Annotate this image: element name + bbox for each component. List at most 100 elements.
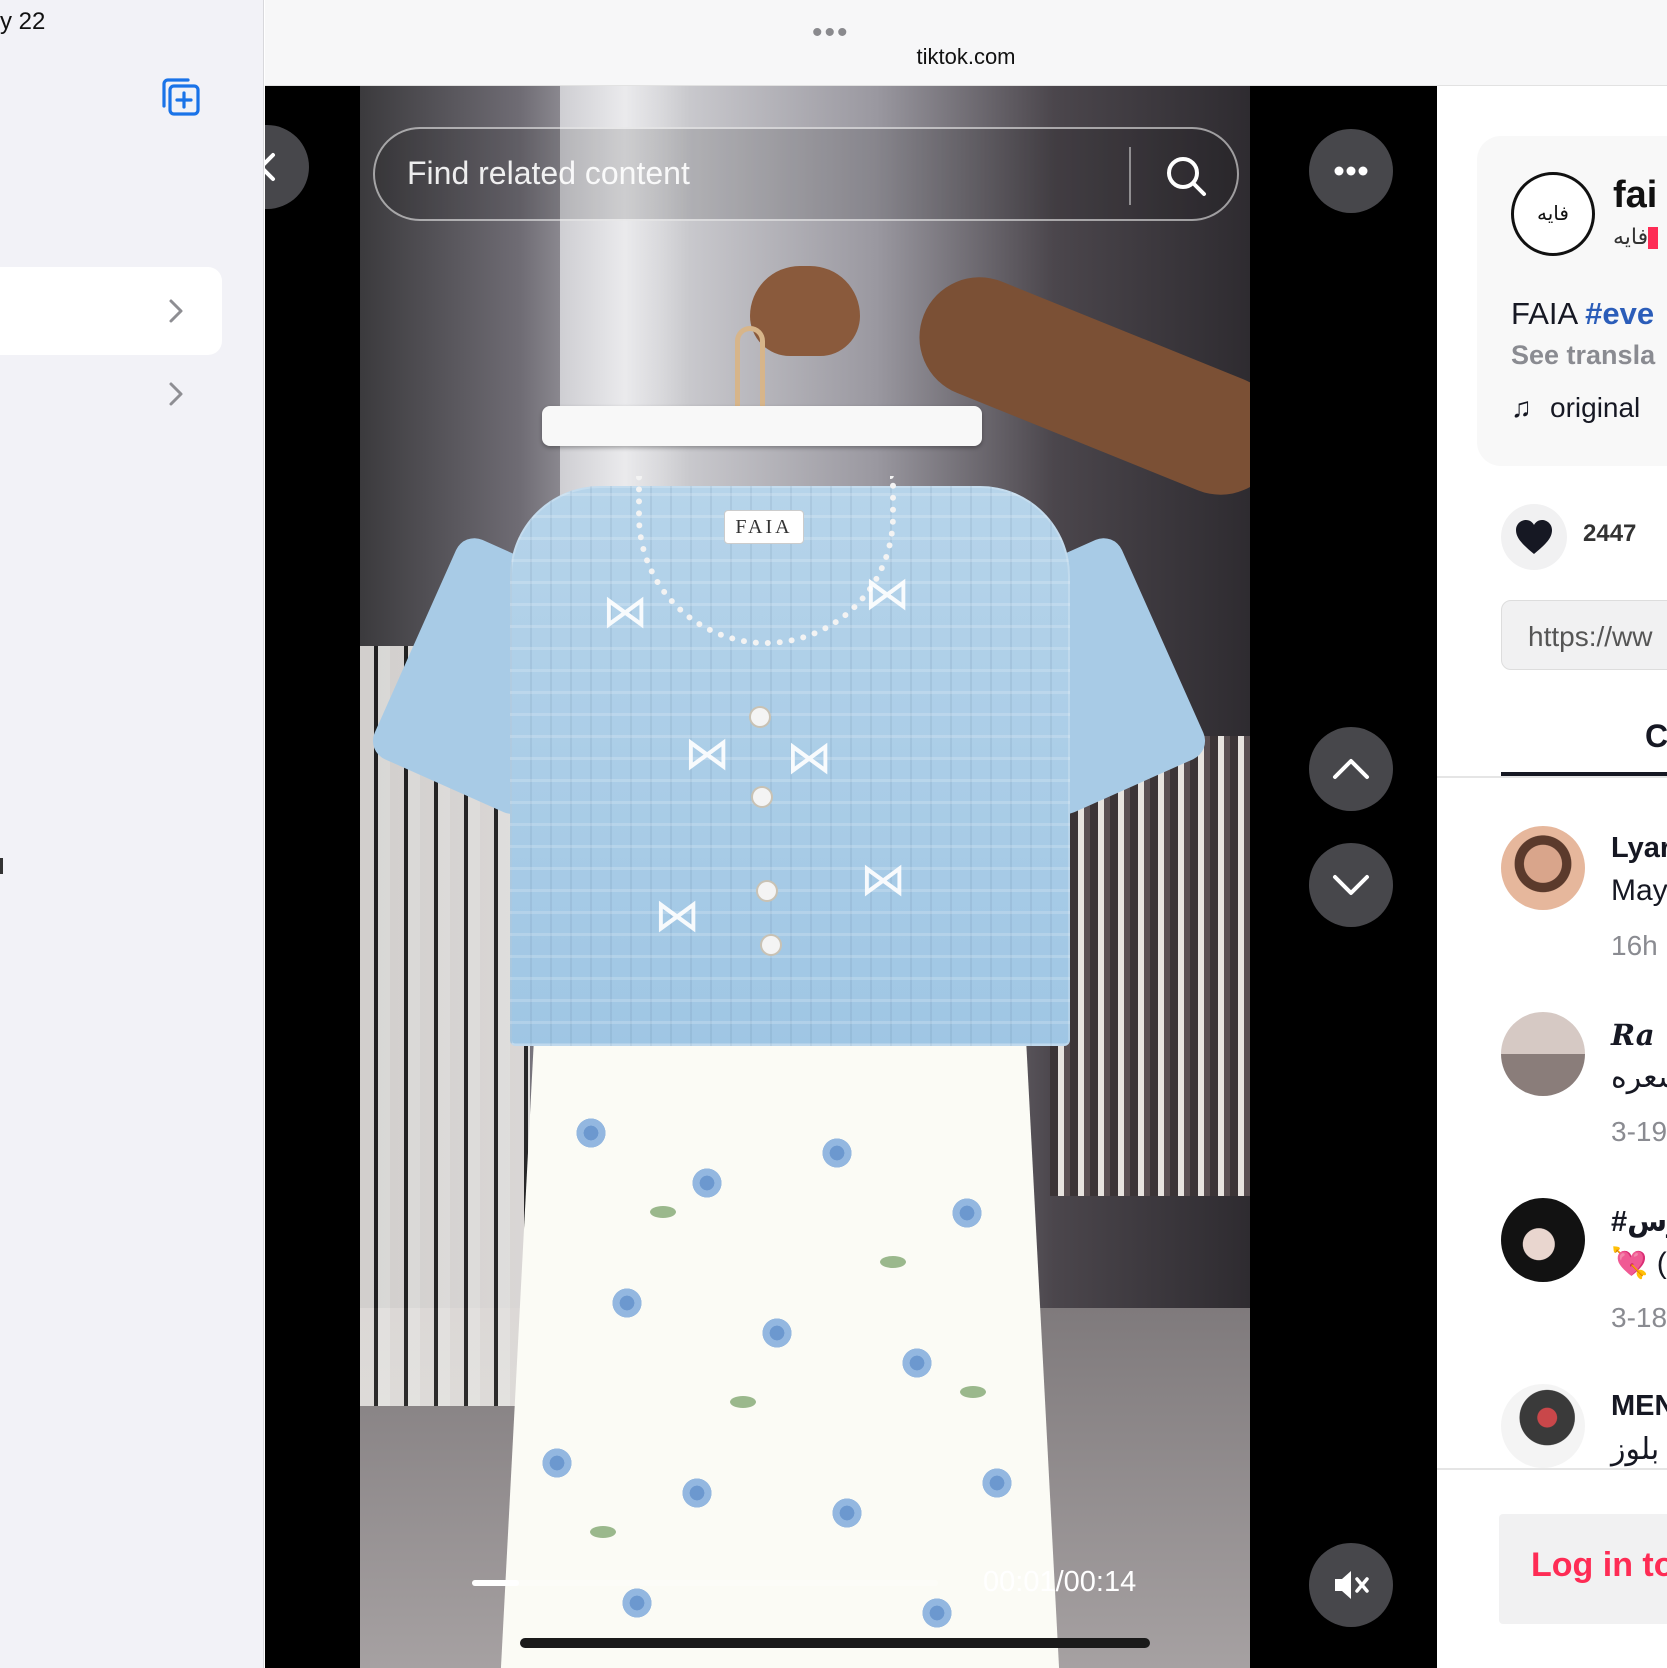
music-note-icon: ♫ xyxy=(1511,392,1532,423)
video-skirt-flower xyxy=(690,1166,724,1200)
video-bow-decoration: ⋈ xyxy=(602,585,648,637)
link-text: https://ww xyxy=(1528,621,1653,652)
like-count: 2447 xyxy=(1583,520,1637,547)
chevron-down-icon xyxy=(1333,875,1369,895)
more-options-button[interactable] xyxy=(1309,129,1393,213)
author-avatar[interactable]: فايه xyxy=(1511,172,1595,256)
video-description-card: فايه fai فايه FAIA #eve See transla ♫ ori… xyxy=(1477,136,1667,466)
sidebar-row-selected[interactable] xyxy=(0,267,222,355)
previous-video-button[interactable] xyxy=(1309,727,1393,811)
video-skirt-flower xyxy=(610,1286,644,1320)
comment-author[interactable]: Lyar xyxy=(1611,832,1667,865)
tab-comments[interactable]: C xyxy=(1645,718,1667,755)
browser-toolbar: ••• tiktok.com xyxy=(265,0,1667,86)
comment-time: 16h xyxy=(1611,930,1658,961)
video-skirt-flower xyxy=(820,1136,854,1170)
video-skirt-flower xyxy=(574,1116,608,1150)
video-skirt-leaf xyxy=(880,1256,906,1268)
new-tab-group-icon[interactable] xyxy=(156,74,204,122)
chevron-right-icon xyxy=(164,297,188,325)
next-video-button[interactable] xyxy=(1309,843,1393,927)
video-skirt-flower xyxy=(900,1346,934,1380)
caption-brand: FAIA xyxy=(1511,296,1577,331)
video-bow-decoration: ⋈ xyxy=(860,853,906,905)
panel-bottom-divider xyxy=(1437,1468,1667,1470)
video-skirt-flower xyxy=(760,1316,794,1350)
sidebar-edge-mark xyxy=(0,858,3,874)
comment-avatar[interactable] xyxy=(1501,1384,1585,1468)
sidebar-row[interactable] xyxy=(0,350,222,438)
comment-item: #رس 💘 ( 3-18 xyxy=(1501,1198,1667,1358)
video-timecode: 00:01/00:14 xyxy=(983,1566,1137,1598)
screen: y 22 ••• tiktok.com FAIA ⋈ ⋈ ⋈ ⋈ ⋈ ⋈ Fin… xyxy=(0,0,1667,1668)
video-hanger xyxy=(542,406,982,446)
video-info-panel: فايه fai فايه FAIA #eve See transla ♫ ori… xyxy=(1437,86,1667,1668)
comment-text: 💘 ( xyxy=(1611,1247,1667,1280)
author-nickname: فايه xyxy=(1613,224,1659,250)
like-button[interactable] xyxy=(1501,504,1567,570)
video-product-tag: FAIA xyxy=(724,510,804,544)
video-pearl-button xyxy=(762,936,780,954)
author-username[interactable]: fai xyxy=(1613,174,1657,217)
close-video-button[interactable] xyxy=(265,125,309,209)
comment-text: سعره xyxy=(1611,1061,1667,1094)
music-row[interactable]: ♫ original xyxy=(1511,392,1640,424)
address-bar-url[interactable]: tiktok.com xyxy=(265,44,1667,70)
video-skirt-flower xyxy=(620,1586,654,1620)
author-avatar-logo-text: فايه xyxy=(1537,201,1569,225)
comment-time: 3-18 xyxy=(1611,1302,1667,1333)
video-progress-fill xyxy=(472,1580,519,1586)
video-bow-decoration: ⋈ xyxy=(864,567,910,619)
safari-sidebar: y 22 xyxy=(0,0,264,1668)
login-to-comment-button[interactable]: Log in to xyxy=(1499,1514,1667,1624)
chevron-right-icon xyxy=(164,380,188,408)
video-bow-decoration: ⋈ xyxy=(654,889,700,941)
chevron-up-icon xyxy=(1333,759,1369,779)
related-content-search[interactable]: Find related content xyxy=(373,127,1239,221)
video-frame[interactable]: FAIA ⋈ ⋈ ⋈ ⋈ ⋈ ⋈ xyxy=(360,86,1250,1668)
video-pearl-button xyxy=(753,788,771,806)
search-divider xyxy=(1129,147,1131,205)
video-pearl-button xyxy=(751,708,769,726)
video-skirt-flower xyxy=(680,1476,714,1510)
video-skirt-leaf xyxy=(960,1386,986,1398)
video-pearl-button xyxy=(758,882,776,900)
copy-link-field[interactable]: https://ww xyxy=(1501,600,1667,670)
search-placeholder: Find related content xyxy=(407,155,690,191)
video-bow-decoration: ⋈ xyxy=(684,727,730,779)
video-skirt-flower xyxy=(950,1196,984,1230)
tab-divider xyxy=(1437,776,1667,778)
video-stage: FAIA ⋈ ⋈ ⋈ ⋈ ⋈ ⋈ Find related content 00… xyxy=(265,86,1437,1668)
video-progress-bar[interactable] xyxy=(472,1580,938,1586)
video-skirt-flower xyxy=(830,1496,864,1530)
video-hanger-hook xyxy=(735,326,765,416)
comment-author[interactable]: Ra xyxy=(1611,1018,1655,1052)
heart-icon xyxy=(1516,520,1552,554)
comment-author[interactable]: MEN xyxy=(1611,1390,1667,1423)
more-horizontal-icon xyxy=(1334,166,1368,176)
comment-avatar[interactable] xyxy=(1501,1198,1585,1282)
caption-hashtag[interactable]: #eve xyxy=(1585,296,1654,331)
music-title: original xyxy=(1550,392,1641,423)
video-skirt-leaf xyxy=(730,1396,756,1408)
comment-avatar[interactable] xyxy=(1501,826,1585,910)
video-skirt-leaf xyxy=(590,1526,616,1538)
comment-text: بلوز xyxy=(1611,1433,1660,1466)
sidebar-date-fragment: y 22 xyxy=(0,8,46,35)
video-caption: FAIA #eve xyxy=(1511,296,1654,332)
home-indicator xyxy=(520,1638,1150,1648)
video-skirt-flower xyxy=(920,1596,954,1630)
search-icon[interactable] xyxy=(1163,153,1209,199)
close-chevron-icon xyxy=(265,153,275,181)
video-skirt-flower xyxy=(540,1446,574,1480)
author-nickname-text: فايه xyxy=(1613,224,1649,249)
speaker-muted-icon xyxy=(1335,1571,1369,1599)
comment-item: Ra سعره 3-19 xyxy=(1501,1012,1667,1172)
pink-emoji-icon xyxy=(1648,227,1659,250)
comment-avatar[interactable] xyxy=(1501,1012,1585,1096)
unmute-button[interactable] xyxy=(1309,1543,1393,1627)
comment-author[interactable]: #رس xyxy=(1611,1204,1667,1239)
video-arm xyxy=(901,259,1250,513)
see-translation-link[interactable]: See transla xyxy=(1511,340,1655,371)
comment-item: Lyar May 16h xyxy=(1501,826,1667,986)
